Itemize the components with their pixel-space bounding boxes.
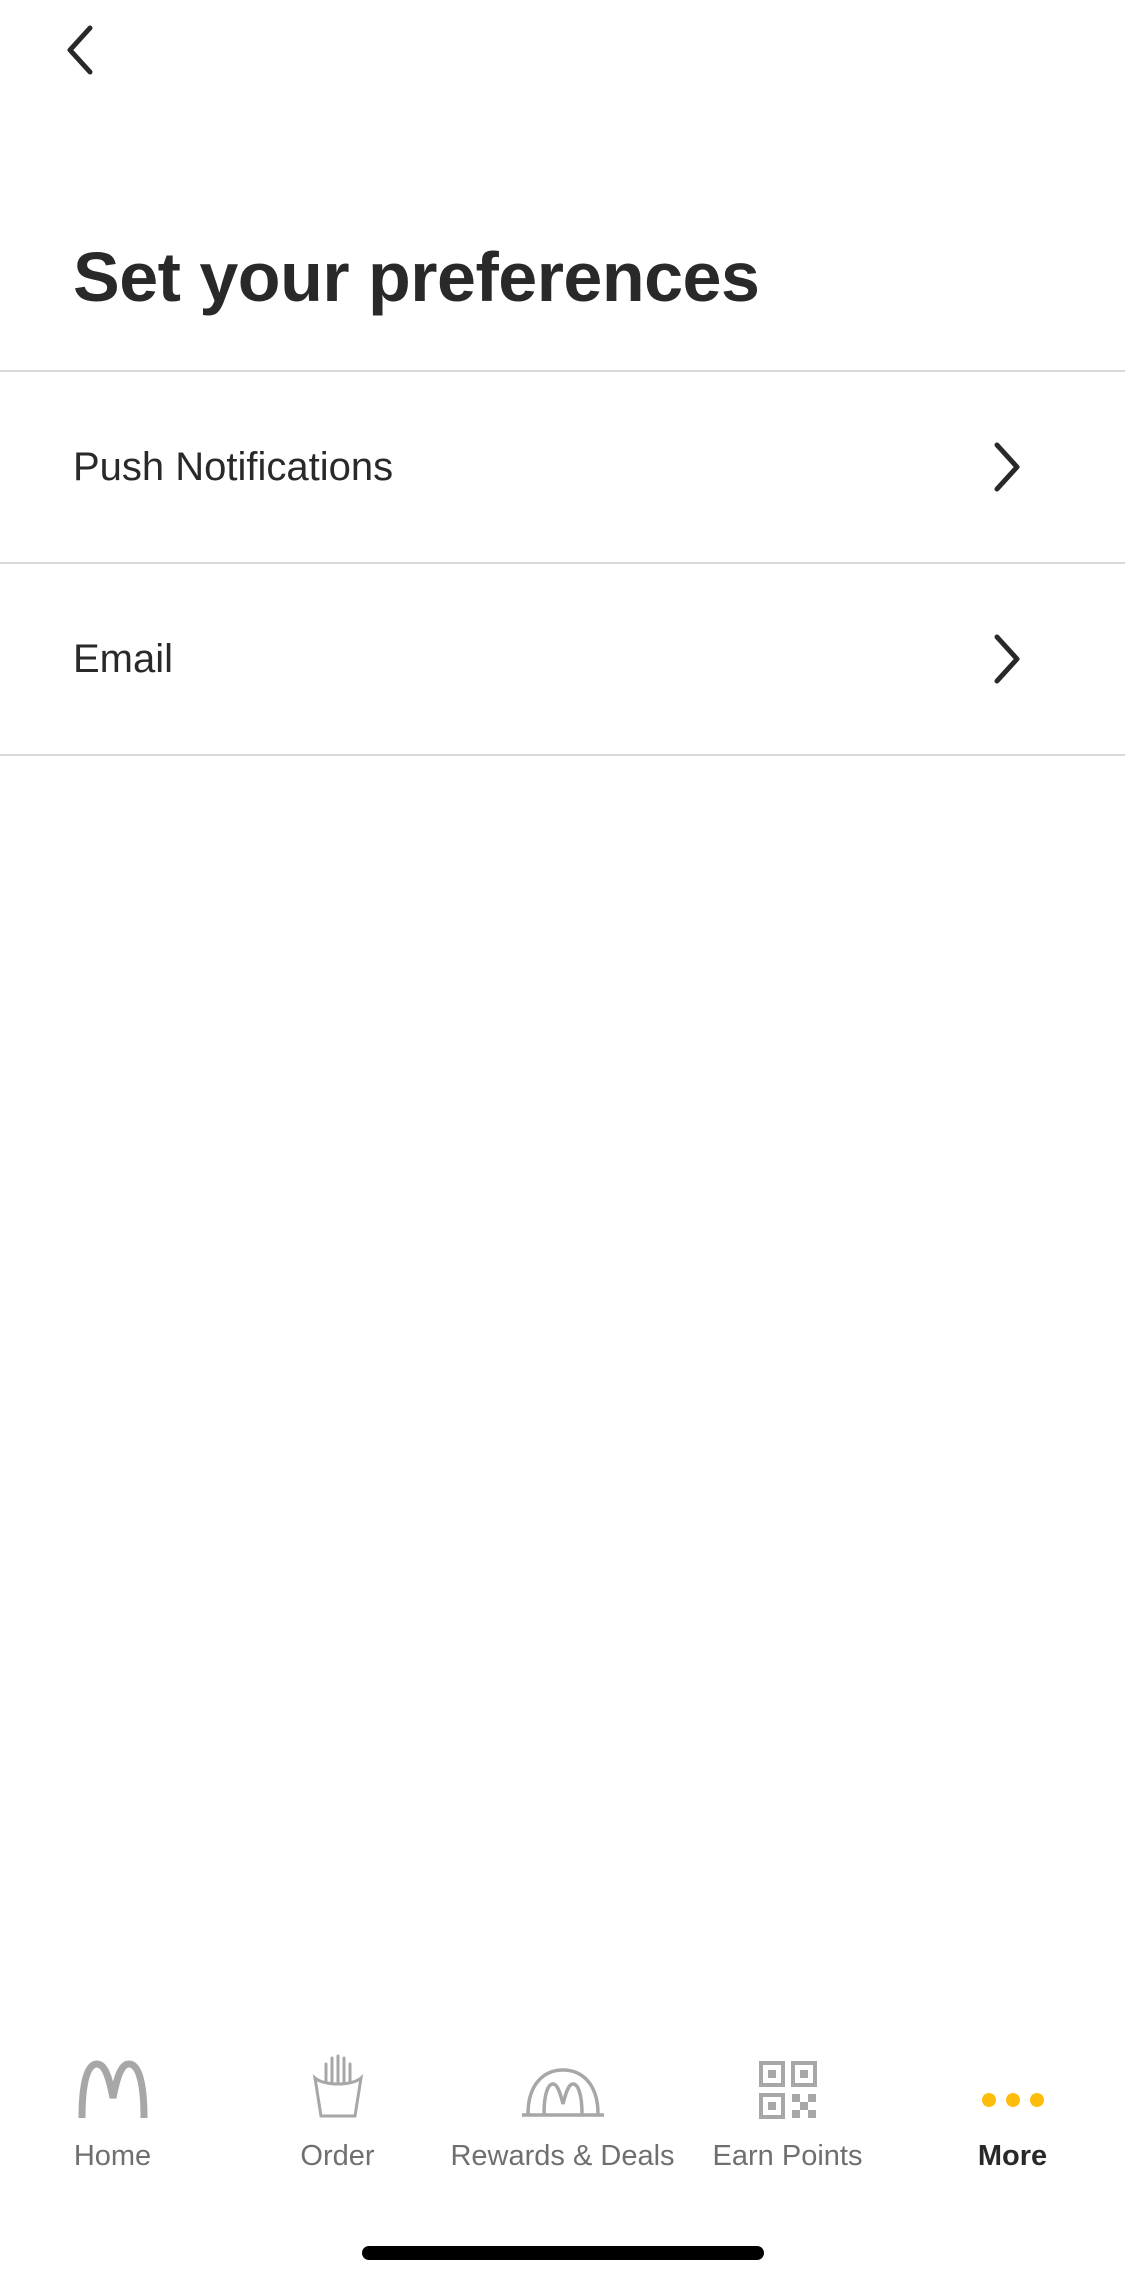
tab-more[interactable]: More (900, 2040, 1125, 2200)
email-label: Email (73, 636, 174, 681)
push-notifications-row[interactable]: Push Notifications (0, 372, 1125, 564)
qr-code-icon (733, 2040, 843, 2120)
tab-label-order: Order (300, 2140, 375, 2172)
tab-label-earn-points: Earn Points (712, 2140, 863, 2172)
tab-label-home: Home (73, 2140, 152, 2172)
bottom-tab-bar: Home Order Rewards & Deals Earn Points M… (0, 2040, 1125, 2200)
chevron-right-icon (987, 629, 1027, 689)
chevron-right-icon (987, 437, 1027, 497)
tab-order[interactable]: Order (225, 2040, 450, 2200)
back-button[interactable] (60, 10, 140, 90)
home-indicator[interactable] (362, 2246, 764, 2260)
tab-home[interactable]: Home (0, 2040, 225, 2200)
fries-icon (283, 2040, 393, 2120)
chevron-left-icon (67, 25, 93, 75)
page-title: Set your preferences (73, 238, 760, 316)
email-row[interactable]: Email (0, 564, 1125, 756)
tab-label-rewards-deals: Rewards & Deals (450, 2140, 675, 2172)
tab-label-more: More (977, 2140, 1048, 2172)
preferences-screen: Set your preferences Push Notifications … (0, 0, 1125, 2284)
more-dots-icon (958, 2040, 1068, 2120)
tab-rewards-deals[interactable]: Rewards & Deals (450, 2040, 675, 2200)
golden-arches-icon (58, 2040, 168, 2120)
push-notifications-label: Push Notifications (73, 444, 394, 489)
rewards-arch-icon (508, 2040, 618, 2120)
tab-earn-points[interactable]: Earn Points (675, 2040, 900, 2200)
preferences-list: Push Notifications Email (0, 370, 1125, 756)
